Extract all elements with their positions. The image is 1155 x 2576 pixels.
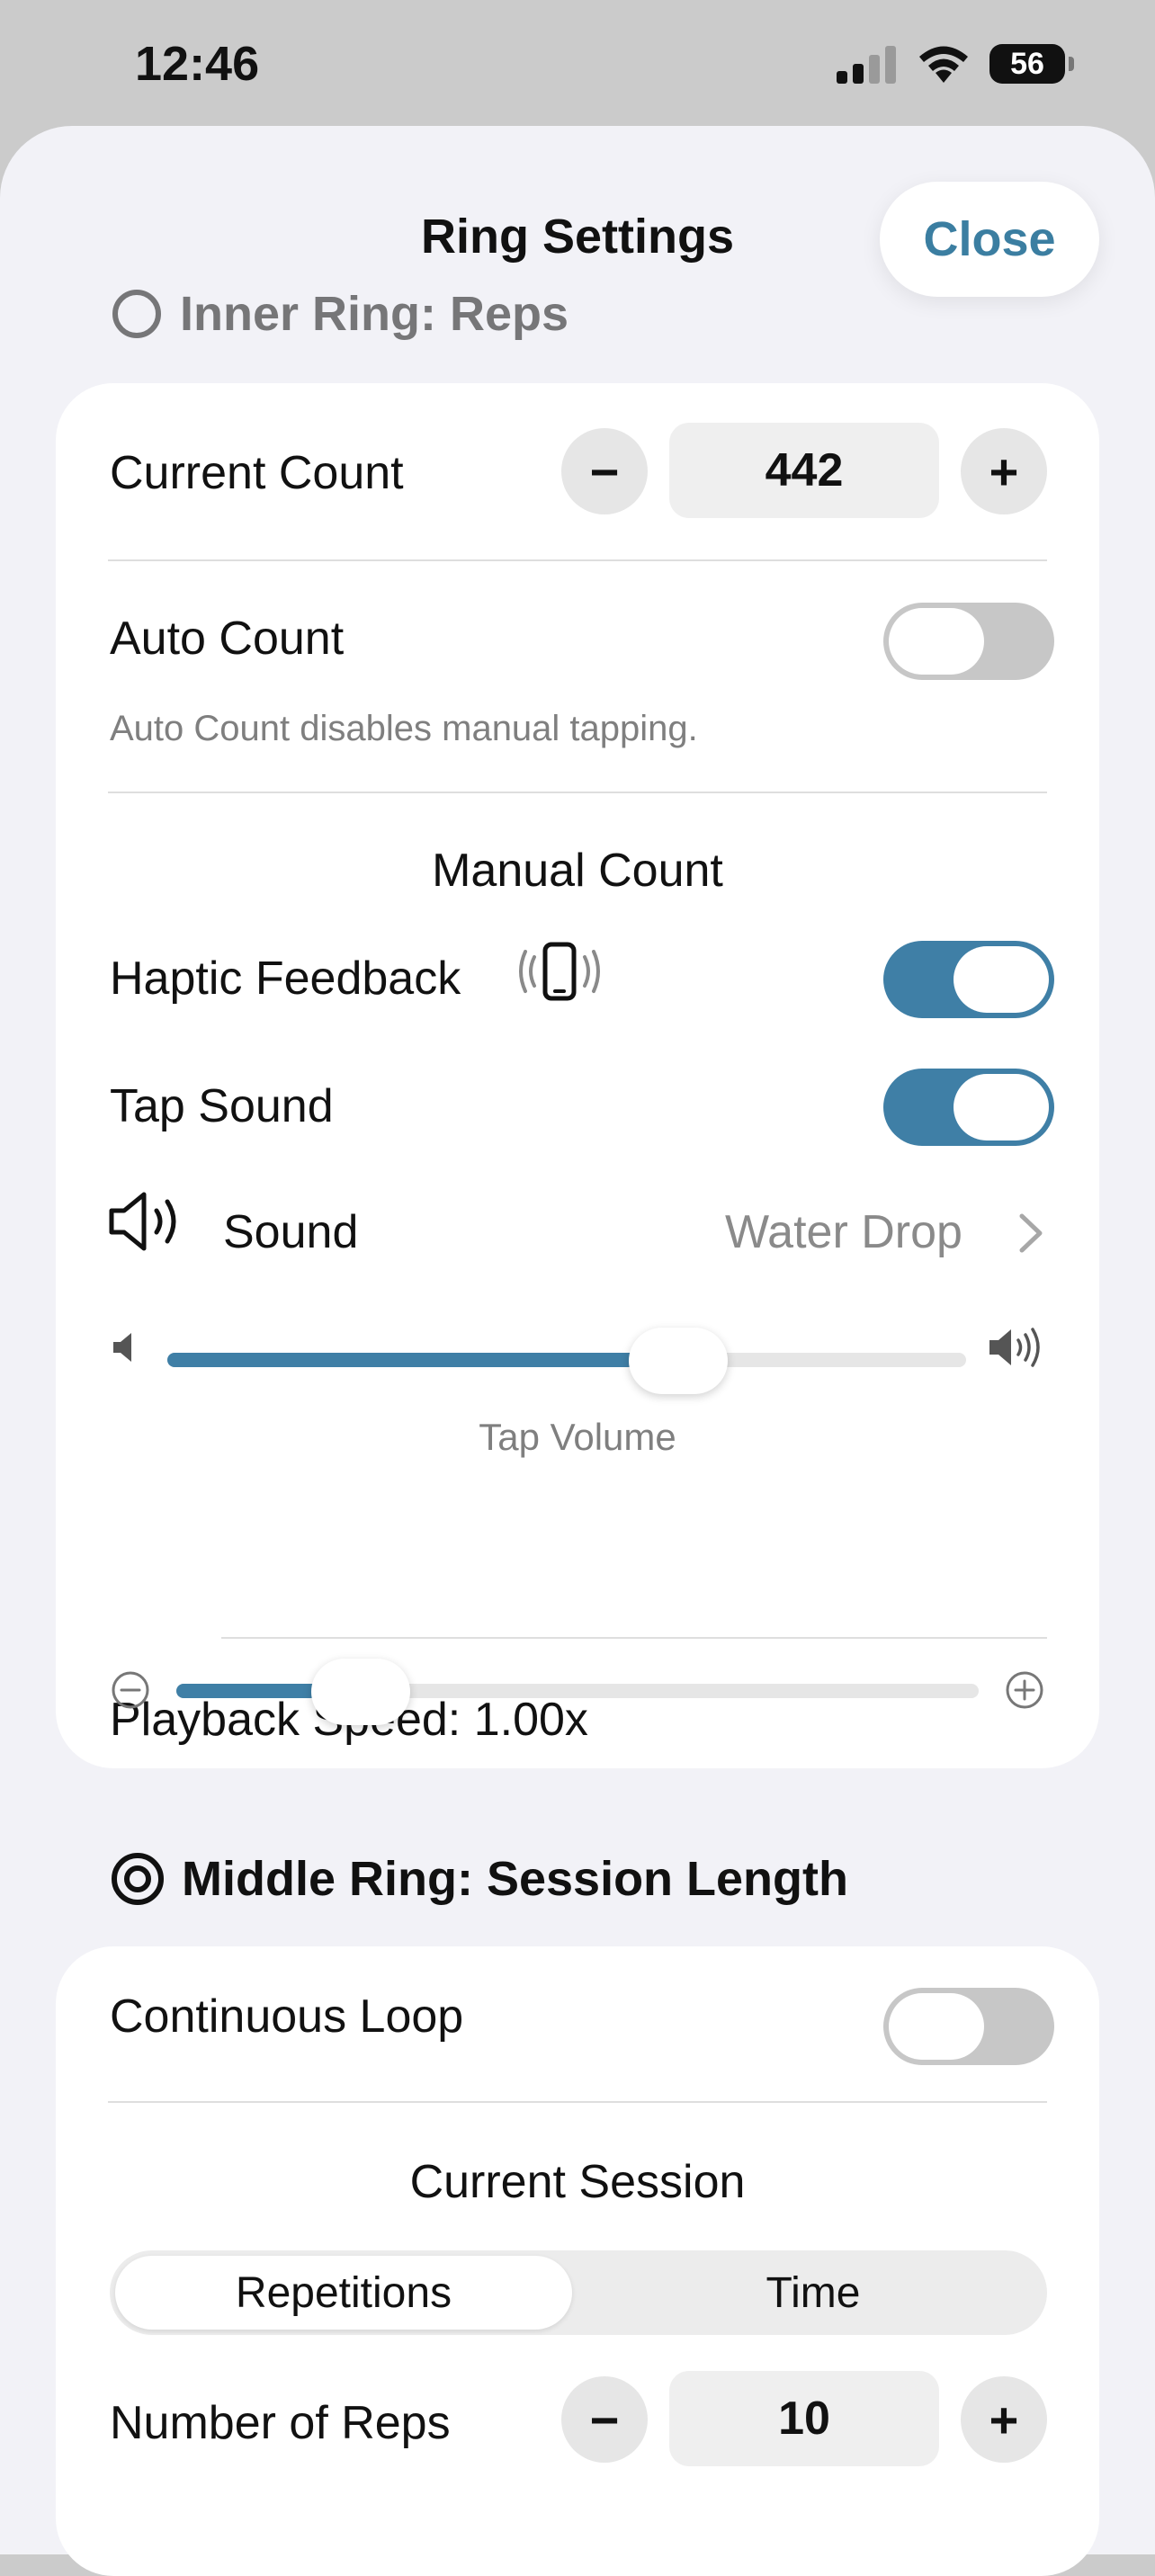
middle-ring-header: Middle Ring: Session Length bbox=[110, 1851, 848, 1907]
continuous-loop-toggle[interactable] bbox=[883, 1988, 1054, 2065]
auto-count-toggle[interactable] bbox=[883, 603, 1054, 680]
haptic-feedback-toggle[interactable] bbox=[883, 941, 1054, 1018]
tap-volume-slider[interactable] bbox=[167, 1353, 966, 1367]
volume-high-icon bbox=[989, 1328, 1040, 1367]
divider bbox=[108, 559, 1047, 561]
inner-ring-card: Current Count − 442 + Auto Count Auto Co… bbox=[56, 383, 1099, 1768]
battery-icon: 56 bbox=[989, 44, 1074, 84]
session-type-segmented-control: Repetitions Time bbox=[110, 2250, 1047, 2335]
sound-label: Sound bbox=[223, 1206, 359, 1258]
status-time: 12:46 bbox=[135, 37, 260, 91]
current-count-increment-button[interactable]: + bbox=[961, 428, 1047, 514]
middle-ring-card: Continuous Loop Current Session Repetiti… bbox=[56, 1946, 1099, 2576]
toggle-knob bbox=[954, 946, 1049, 1013]
divider bbox=[221, 1637, 1047, 1639]
current-count-value[interactable]: 442 bbox=[669, 423, 939, 518]
current-count-decrement-button[interactable]: − bbox=[561, 428, 648, 514]
tap-sound-label: Tap Sound bbox=[110, 1080, 334, 1132]
reps-value[interactable]: 10 bbox=[669, 2371, 939, 2466]
volume-low-icon bbox=[113, 1333, 131, 1362]
ring-settings-sheet: Ring Settings Close Inner Ring: Reps Cur… bbox=[0, 126, 1155, 2576]
tap-volume-slider-thumb[interactable] bbox=[629, 1328, 729, 1394]
segment-repetitions[interactable]: Repetitions bbox=[115, 2256, 572, 2330]
ring-icon bbox=[112, 290, 161, 338]
speaker-icon bbox=[109, 1192, 176, 1251]
reps-decrement-button[interactable]: − bbox=[561, 2376, 648, 2463]
auto-count-footnote: Auto Count disables manual tapping. bbox=[110, 709, 698, 748]
segment-time[interactable]: Time bbox=[585, 2256, 1042, 2330]
chevron-right-icon[interactable] bbox=[1015, 1209, 1047, 1257]
divider bbox=[108, 2101, 1047, 2103]
current-session-title: Current Session bbox=[409, 2156, 746, 2208]
tap-volume-slider-fill bbox=[167, 1353, 679, 1367]
haptic-feedback-label: Haptic Feedback bbox=[110, 953, 461, 1005]
haptic-phone-icon bbox=[519, 942, 600, 1001]
close-button[interactable]: Close bbox=[880, 182, 1099, 297]
playback-speed-slider-thumb[interactable] bbox=[311, 1659, 411, 1725]
toggle-knob bbox=[954, 1074, 1049, 1140]
tap-volume-label: Tap Volume bbox=[479, 1416, 676, 1458]
cellular-signal-icon bbox=[837, 46, 896, 84]
current-count-label: Current Count bbox=[110, 447, 404, 499]
toggle-knob bbox=[889, 608, 984, 675]
manual-count-title: Manual Count bbox=[432, 845, 723, 897]
divider bbox=[108, 792, 1047, 793]
reps-increment-button[interactable]: + bbox=[961, 2376, 1047, 2463]
increase-speed-icon[interactable] bbox=[1004, 1669, 1045, 1711]
sound-value[interactable]: Water Drop bbox=[725, 1205, 962, 1259]
tap-sound-toggle[interactable] bbox=[883, 1069, 1054, 1146]
status-bar: 12:46 56 bbox=[0, 0, 1155, 126]
decrease-speed-icon[interactable] bbox=[110, 1669, 151, 1711]
wifi-icon bbox=[919, 46, 968, 83]
playback-speed-slider[interactable] bbox=[176, 1684, 979, 1698]
auto-count-label: Auto Count bbox=[110, 613, 345, 665]
inner-ring-title: Inner Ring: Reps bbox=[180, 287, 569, 341]
continuous-loop-label: Continuous Loop bbox=[110, 1990, 464, 2043]
status-icons: 56 bbox=[835, 43, 1074, 85]
number-of-reps-label: Number of Reps bbox=[110, 2397, 451, 2449]
double-ring-icon bbox=[112, 1853, 164, 1905]
toggle-knob bbox=[889, 1993, 984, 2060]
middle-ring-title: Middle Ring: Session Length bbox=[182, 1852, 848, 1906]
inner-ring-header: Inner Ring: Reps bbox=[110, 286, 569, 342]
